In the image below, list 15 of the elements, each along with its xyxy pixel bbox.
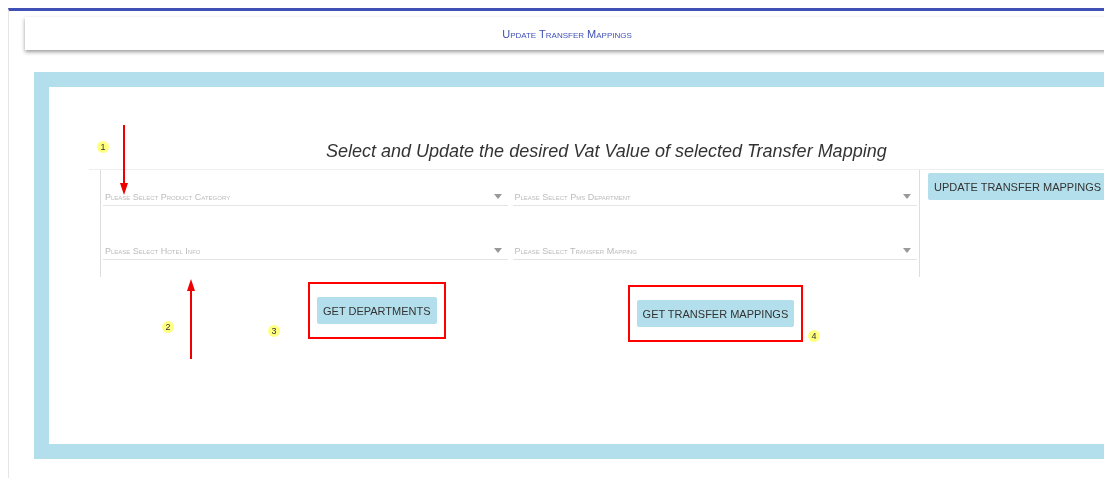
- update-button[interactable]: UPDATE TRANSFER MAPPINGS: [928, 173, 1104, 200]
- up-arrow-icon: [186, 279, 196, 359]
- get-button[interactable]: GET DEPARTMENTS: [317, 297, 437, 324]
- dropdown-field[interactable]: Please Select Pms Department: [512, 188, 917, 206]
- dropdown-placeholder: Please Select Pms Department: [514, 191, 631, 202]
- dropdown-placeholder: Please Select Transfer Mapping: [514, 245, 637, 256]
- page-title: Update Transfer Mappings: [502, 27, 632, 40]
- dropdown-field[interactable]: Please Select Transfer Mapping: [512, 242, 917, 260]
- caret-icon: [903, 194, 911, 199]
- caret-icon: [903, 248, 911, 253]
- caret-icon: [493, 248, 502, 253]
- down-arrow-icon: [119, 125, 129, 195]
- caret-icon: [493, 194, 502, 199]
- get-button[interactable]: GET TRANSFER MAPPINGS: [636, 300, 795, 327]
- form-heading: Select and Update the desired Vat Value of selected Transfer Mapping: [326, 141, 888, 162]
